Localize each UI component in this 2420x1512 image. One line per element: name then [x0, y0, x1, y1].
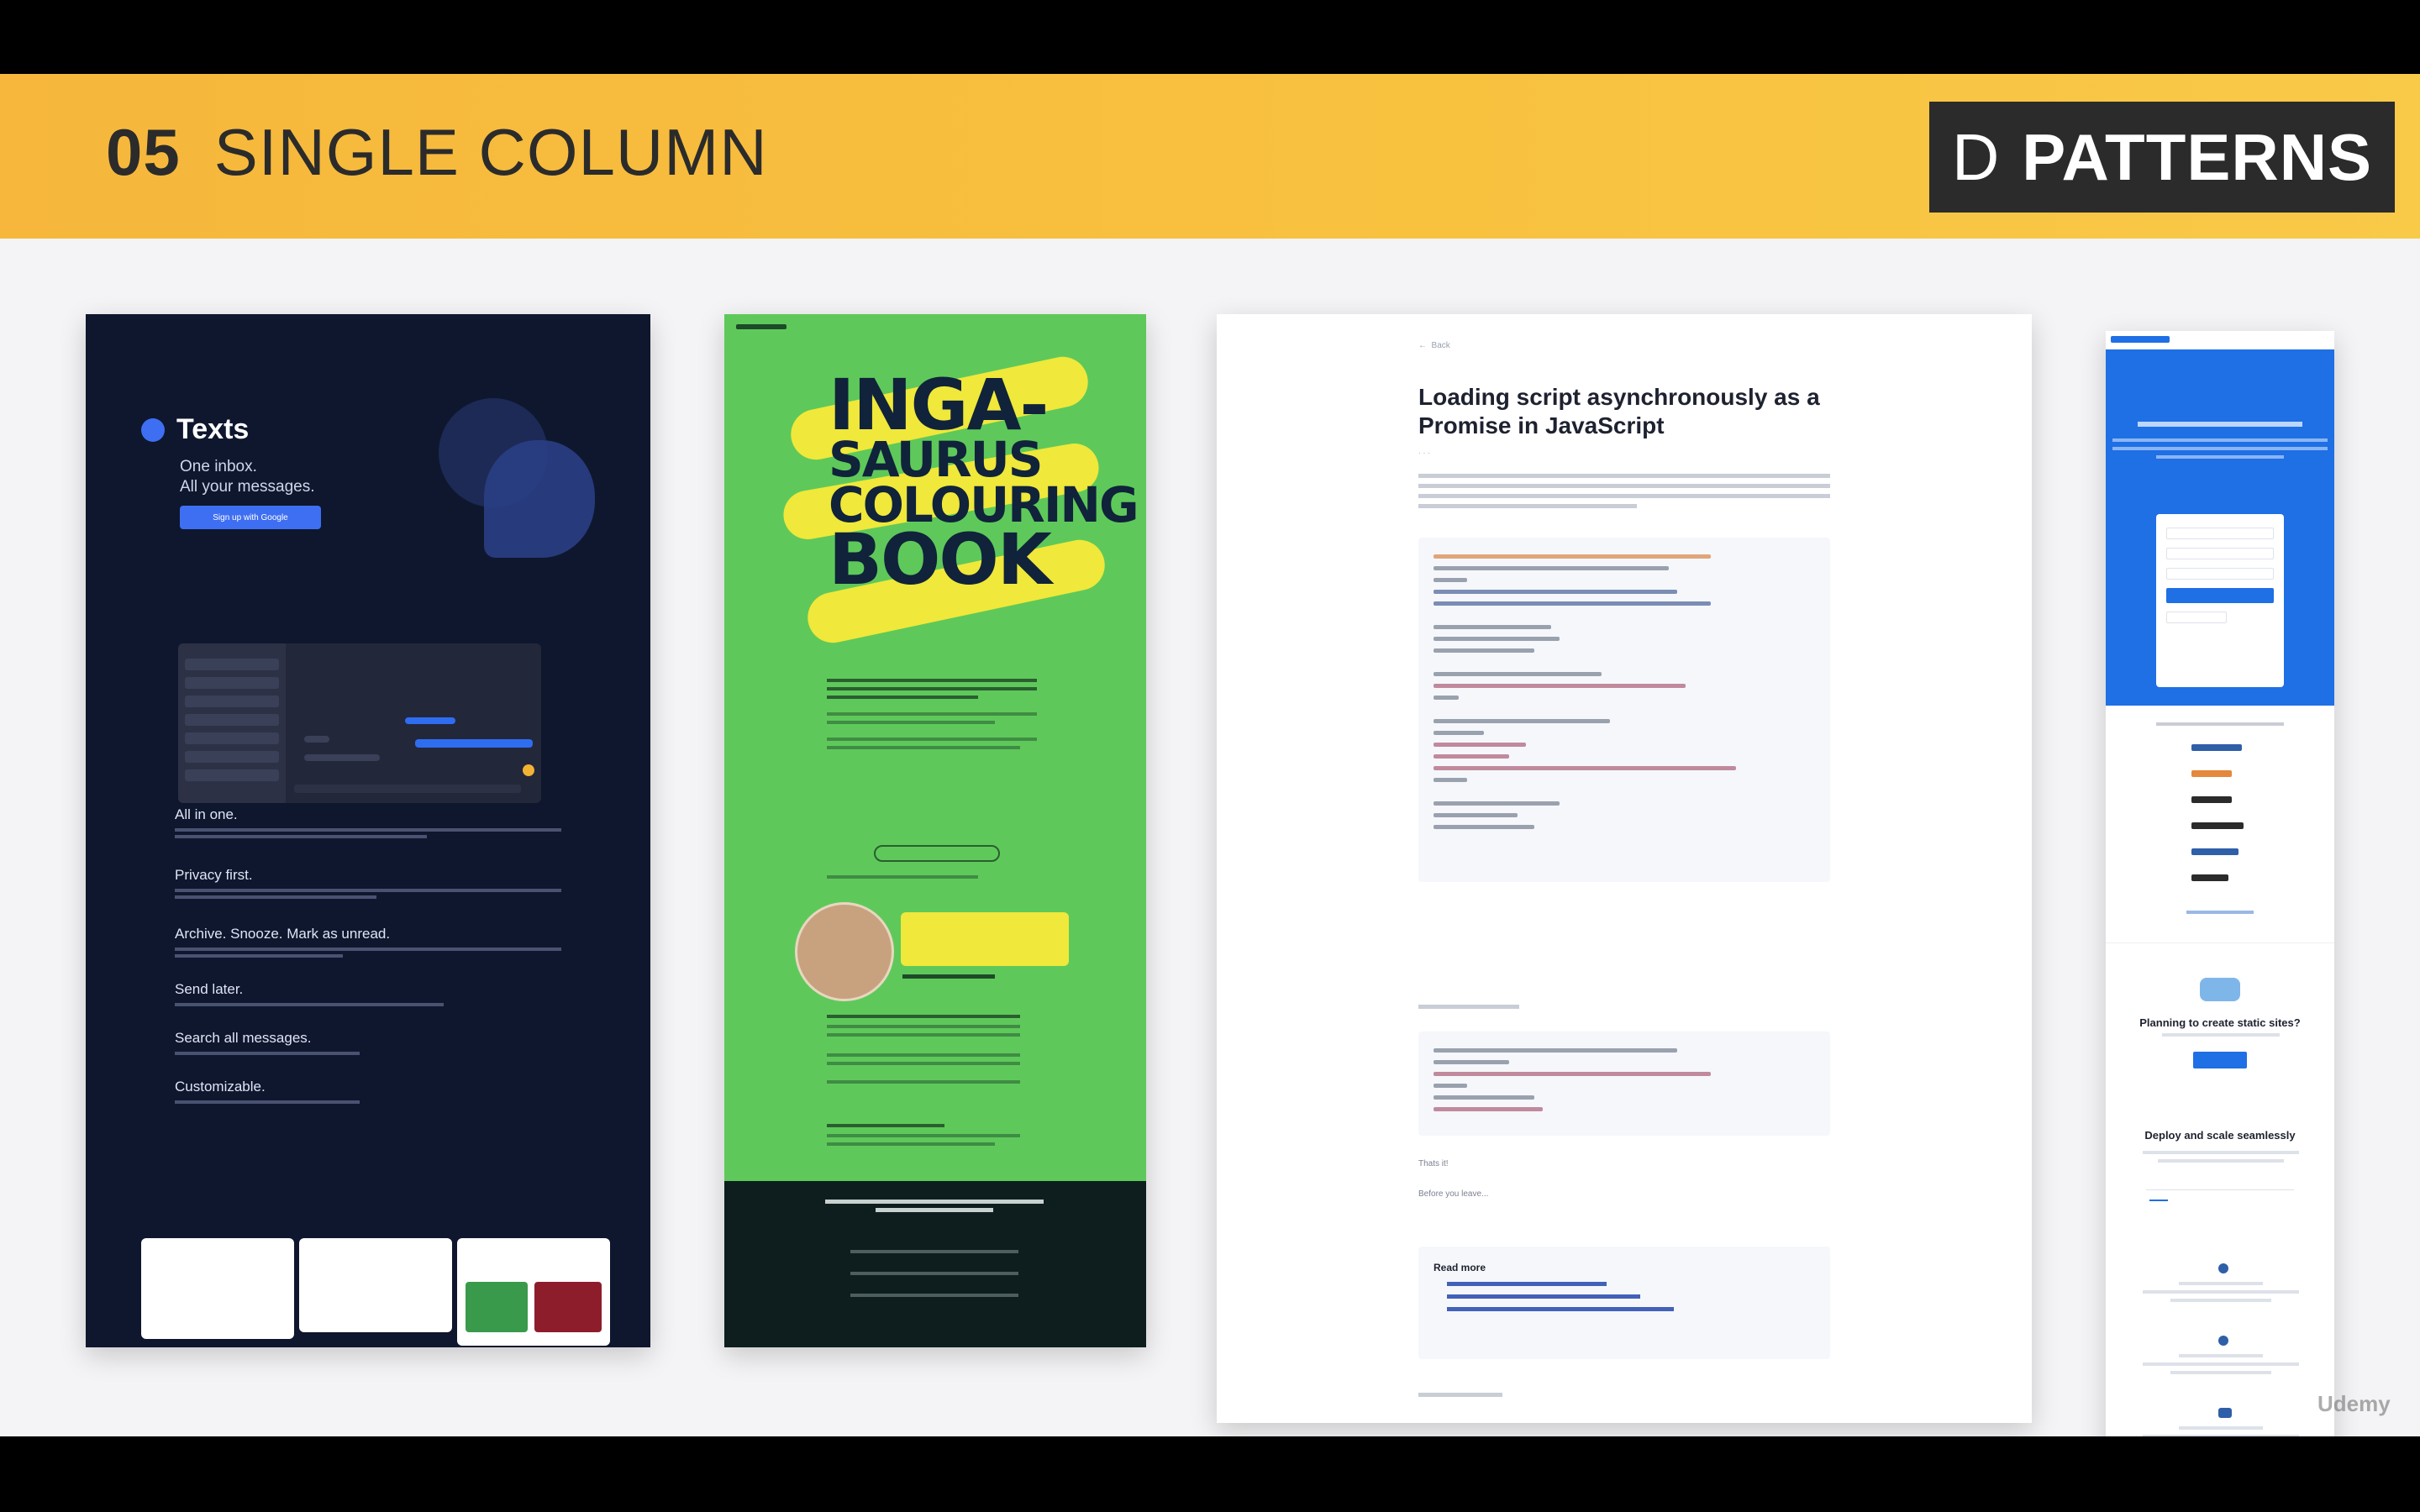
tweet-card: [457, 1238, 610, 1346]
read-more-heading: Read more: [1434, 1262, 1486, 1273]
article-intro: [1418, 474, 1830, 514]
tagline-line: All your messages.: [180, 478, 315, 496]
leave-text: Before you leave...: [1418, 1189, 1489, 1199]
brand-logo: D PATTERNS: [1929, 102, 2395, 213]
slide-title: 05 SINGLE COLUMN: [106, 114, 768, 191]
banner: 05 SINGLE COLUMN D PATTERNS: [0, 74, 2420, 239]
github-button[interactable]: [2166, 612, 2227, 623]
app-preview: [178, 643, 541, 803]
deploy-headline: Deploy and scale seamlessly: [2144, 1129, 2296, 1142]
watermark: Udemy: [2317, 1391, 2391, 1416]
feature-title: Archive. Snooze. Mark as unread.: [175, 926, 391, 942]
feature-title: All in one.: [175, 806, 238, 822]
thanks-text: Thats it!: [1418, 1159, 1449, 1168]
ingasaurus-screenshot: INGA- SAURUS COLOURING BOOK: [724, 314, 1146, 1347]
child-photo: [795, 902, 894, 1001]
read-more-link[interactable]: [1447, 1282, 1607, 1286]
article-line: [1418, 1005, 1830, 1015]
texts-tagline: One inbox. All your messages.: [180, 457, 432, 497]
texts-logo-icon: [141, 417, 165, 442]
feature-block: All in one.: [175, 806, 578, 842]
feature-icon: [2218, 1263, 2228, 1273]
signup-button[interactable]: Sign up with Google: [180, 506, 321, 529]
brand-letter: D: [1951, 119, 2001, 194]
feature-title: Send later.: [175, 981, 244, 997]
book-title-line: BOOK: [829, 517, 1052, 601]
feature-title: Search all messages.: [175, 1030, 312, 1046]
input-field[interactable]: [2166, 528, 2274, 539]
tweet-card: [141, 1238, 294, 1339]
tweet-card: [299, 1238, 452, 1332]
signup-form: [2156, 514, 2284, 687]
feature-icon: [2218, 1336, 2228, 1346]
article-meta: · · ·: [1418, 449, 1430, 457]
slide: 05 SINGLE COLUMN D PATTERNS Texts One inbo…: [0, 74, 2420, 1436]
article-title: Loading script asynchronously as a Promi…: [1418, 384, 1820, 438]
read-more-link[interactable]: [1447, 1294, 1640, 1299]
feature-block: Archive. Snooze. Mark as unread.: [175, 926, 578, 961]
download-button[interactable]: [874, 845, 1000, 862]
article-screenshot: ← Back Loading script asynchronously as …: [1217, 314, 2032, 1423]
hero-section: [2106, 349, 2334, 706]
hero-heading: [2138, 422, 2302, 427]
texts-logo: Texts: [141, 413, 249, 446]
cloud-icon: [2200, 978, 2240, 1001]
feature-icon: [2218, 1408, 2232, 1418]
back-link[interactable]: ← Back: [1418, 341, 1450, 350]
read-more-link[interactable]: [1447, 1307, 1674, 1311]
input-field[interactable]: [2166, 548, 2274, 559]
cta-button[interactable]: [2193, 1052, 2247, 1068]
cloud-logo: [2111, 336, 2170, 343]
feature-title: Customizable.: [175, 1079, 266, 1095]
book-title-line: INGA-: [829, 364, 1049, 446]
feature-block: Send later.: [175, 981, 578, 1010]
code-block: [1418, 1032, 1830, 1136]
feature-block: Privacy first.: [175, 867, 578, 902]
app-sidebar: [178, 643, 286, 803]
highlight-box: [901, 912, 1069, 966]
signup-button[interactable]: [2166, 588, 2274, 603]
brand-name: PATTERNS: [2022, 119, 2373, 194]
decor-bubble: [484, 440, 595, 558]
input-field[interactable]: [2166, 568, 2274, 580]
texts-screenshot: Texts One inbox. All your messages. Sign…: [86, 314, 650, 1347]
texts-app-name: Texts: [176, 413, 250, 445]
feature-title: Privacy first.: [175, 867, 253, 883]
customer-logos: [2191, 744, 2244, 900]
tagline-line: One inbox.: [180, 458, 257, 475]
feature-block: Customizable.: [175, 1079, 578, 1107]
book-footer: [724, 1181, 1146, 1347]
code-block: [1418, 538, 1830, 882]
feature-block: Search all messages.: [175, 1030, 578, 1058]
read-more-box: Read more: [1418, 1247, 1830, 1359]
book-title: INGA- SAURUS COLOURING BOOK: [829, 364, 1139, 601]
section-number: 05: [106, 115, 181, 189]
cloud-landing-screenshot: Planning to create static sites? Deploy …: [2106, 331, 2334, 1436]
static-sites-headline: Planning to create static sites?: [2139, 1016, 2301, 1029]
section-title: SINGLE COLUMN: [213, 115, 768, 189]
